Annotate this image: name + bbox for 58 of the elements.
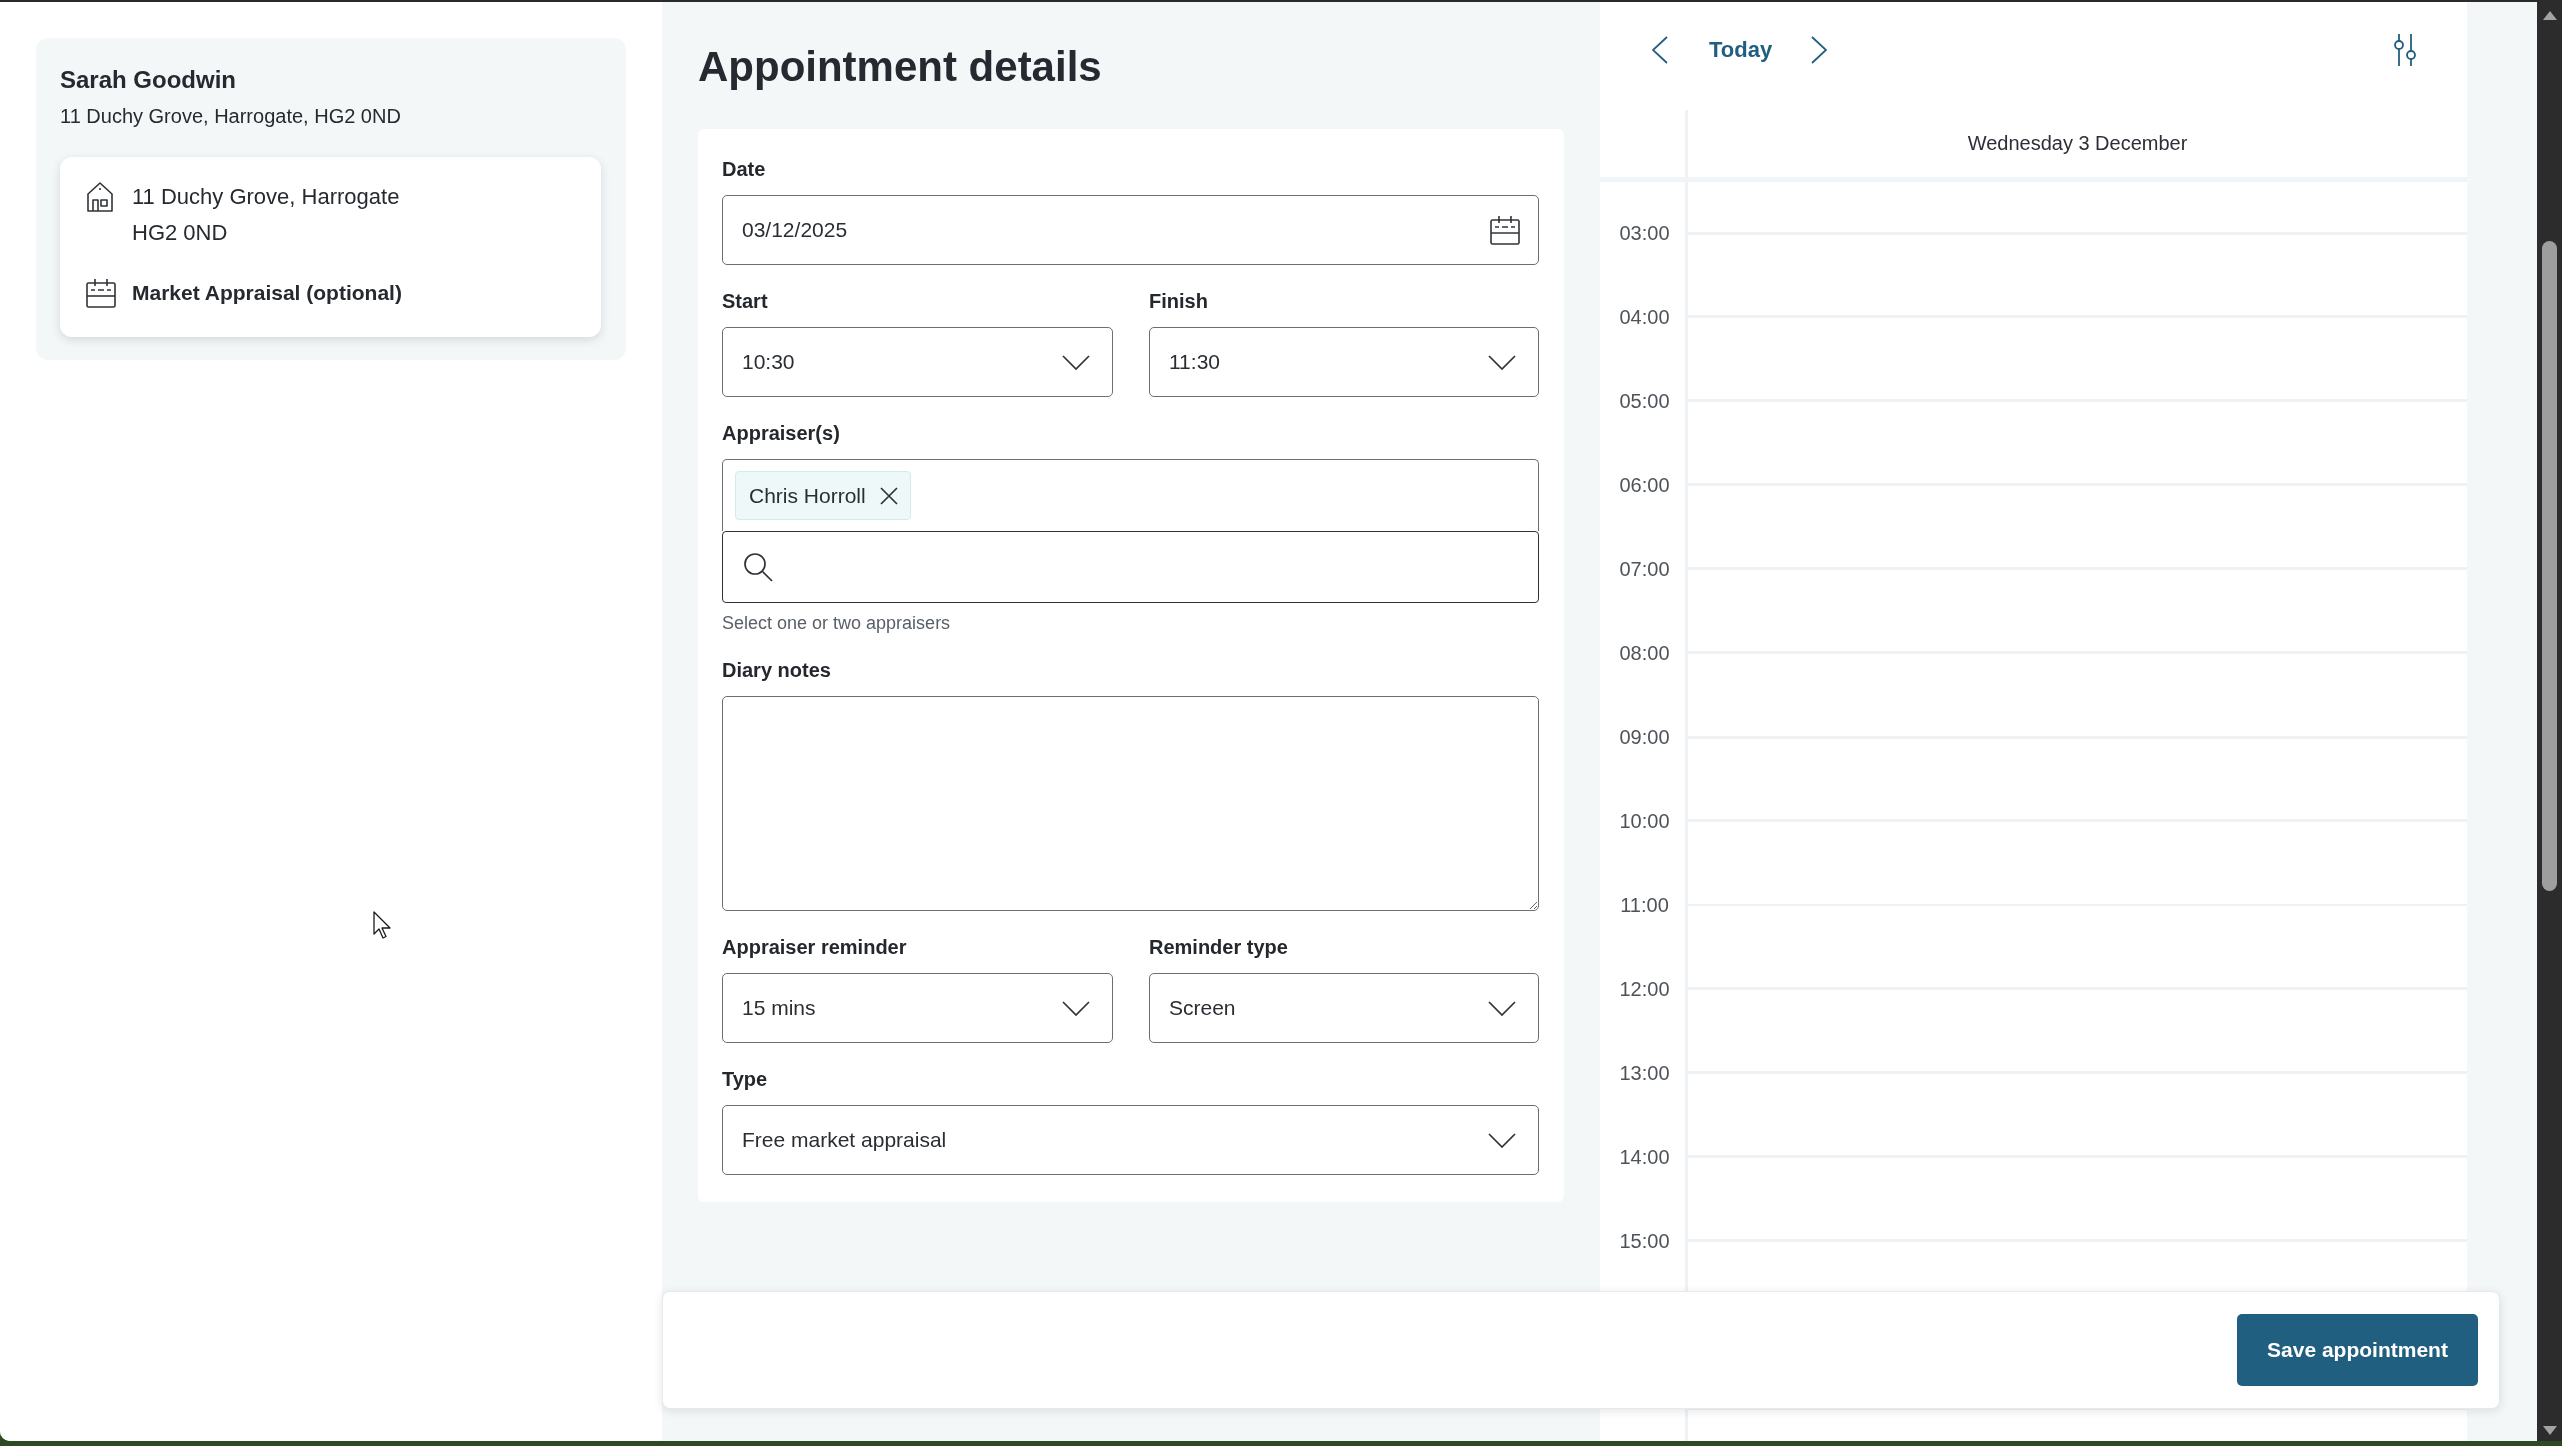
- sliders-icon[interactable]: [2393, 34, 2417, 66]
- contact-address: 11 Duchy Grove, Harrogate, HG2 0ND: [60, 104, 402, 128]
- dropdown[interactable]: Screen: [1149, 973, 1539, 1043]
- field-label: Reminder type: [1149, 935, 1289, 959]
- hour-label: 12:00: [1618, 977, 1670, 1001]
- today-button[interactable]: Today: [1709, 37, 1773, 63]
- scroll-thumb[interactable]: [2542, 241, 2557, 891]
- field-label: Appraiser(s): [722, 421, 841, 445]
- dropdown[interactable]: 11:30: [1149, 327, 1539, 397]
- field-label: Appraiser reminder: [722, 935, 908, 959]
- date-field[interactable]: 03/12/2025: [722, 195, 1539, 265]
- chevron-down-icon[interactable]: [1488, 354, 1516, 370]
- hour-label: 08:00: [1618, 641, 1670, 665]
- scroll-down-icon[interactable]: [2542, 1426, 2557, 1435]
- house-icon: [87, 182, 113, 212]
- save-button[interactable]: Save appointment: [2237, 1314, 2478, 1386]
- hour-label: 09:00: [1618, 725, 1670, 749]
- hour-label: 03:00: [1618, 221, 1670, 245]
- dropdown[interactable]: 10:30: [722, 327, 1113, 397]
- calendar-icon[interactable]: [1490, 215, 1520, 245]
- hour-label: 06:00: [1618, 473, 1670, 497]
- chevron-right-icon[interactable]: [1811, 36, 1828, 64]
- close-icon[interactable]: [879, 486, 898, 505]
- appointment-type: Market Appraisal (optional): [132, 280, 402, 306]
- notes-field[interactable]: [722, 696, 1539, 911]
- hour-label: 05:00: [1618, 389, 1670, 413]
- hour-label: 15:00: [1618, 1229, 1670, 1253]
- mouse-pointer-icon: [373, 911, 392, 940]
- field-label: Diary notes: [722, 658, 832, 682]
- tag-field[interactable]: Chris Horroll: [722, 459, 1539, 531]
- hour-label: 04:00: [1618, 305, 1670, 329]
- chevron-down-icon[interactable]: [1062, 1000, 1090, 1016]
- chevron-left-icon[interactable]: [1652, 36, 1668, 64]
- tag-label: Chris Horroll: [749, 483, 866, 508]
- search-field[interactable]: [722, 531, 1539, 603]
- hint-text: Select one or two appraisers: [722, 612, 952, 634]
- hour-label: 07:00: [1618, 557, 1670, 581]
- hour-label: 11:00: [1619, 893, 1669, 917]
- dropdown[interactable]: 15 mins: [722, 973, 1113, 1043]
- field-label: Finish: [1149, 289, 1209, 313]
- day-heading: Wednesday 3 December: [1967, 132, 2188, 155]
- search-icon: [743, 552, 773, 582]
- field-label: Date: [722, 157, 767, 181]
- chevron-down-icon[interactable]: [1488, 1000, 1516, 1016]
- hour-label: 14:00: [1618, 1145, 1670, 1169]
- chevron-down-icon[interactable]: [1488, 1132, 1516, 1148]
- address-line: HG2 0ND: [132, 219, 229, 247]
- calendar-icon: [86, 278, 116, 308]
- hour-label: 10:00: [1618, 809, 1670, 833]
- dropdown[interactable]: Free market appraisal: [722, 1105, 1539, 1175]
- field-label: Type: [722, 1067, 769, 1091]
- scroll-up-icon[interactable]: [2542, 11, 2557, 20]
- address-line: 11 Duchy Grove, Harrogate: [132, 183, 400, 211]
- chevron-down-icon[interactable]: [1062, 354, 1090, 370]
- hour-label: 13:00: [1618, 1061, 1670, 1085]
- page-title: Appointment details: [698, 42, 1103, 92]
- contact-name: Sarah Goodwin: [60, 65, 237, 95]
- field-label: Start: [722, 289, 769, 313]
